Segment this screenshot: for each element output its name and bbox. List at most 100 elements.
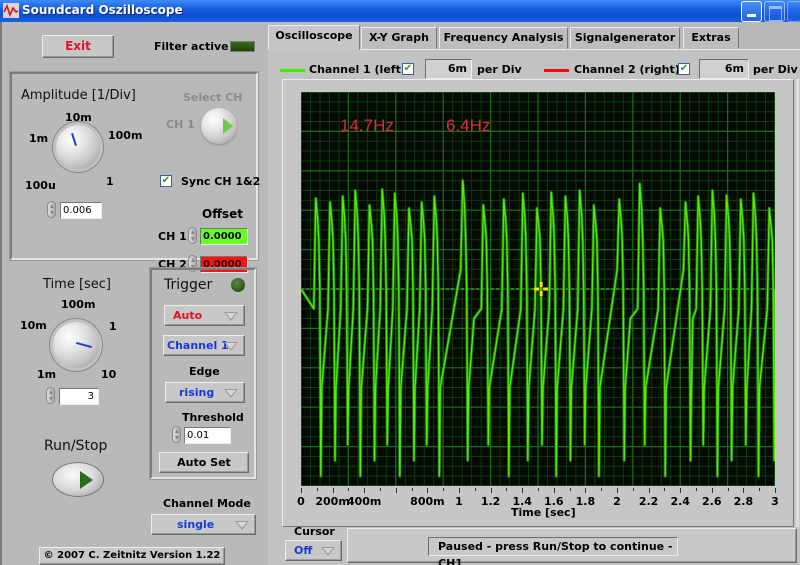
offset-heading: Offset bbox=[202, 207, 243, 221]
amplitude-knob[interactable] bbox=[56, 125, 100, 169]
cursor-dropdown[interactable]: Off bbox=[285, 540, 342, 561]
chevron-down-icon bbox=[224, 389, 238, 398]
x-tick bbox=[348, 488, 350, 491]
ch2-enable-checkbox[interactable]: ✔ bbox=[678, 63, 690, 75]
trigger-heading: Trigger bbox=[164, 277, 213, 293]
x-tick bbox=[506, 488, 508, 491]
time-knob-label-10m: 10m bbox=[20, 319, 47, 332]
trigger-mode-value: Auto bbox=[173, 309, 203, 322]
x-tick bbox=[632, 488, 634, 491]
x-tick bbox=[601, 488, 603, 491]
minimize-button[interactable] bbox=[741, 1, 762, 22]
channel-mode-value: single bbox=[177, 518, 215, 531]
amplitude-heading: Amplitude [1/Div] bbox=[21, 88, 136, 103]
filter-active-label: Filter active bbox=[154, 40, 229, 53]
edge-label: Edge bbox=[189, 365, 220, 378]
x-tick bbox=[553, 488, 555, 493]
x-tick bbox=[617, 488, 618, 493]
x-tick bbox=[696, 488, 697, 491]
sync-ch-label: Sync CH 1&2 bbox=[181, 175, 261, 188]
x-tick bbox=[664, 488, 666, 491]
close-button[interactable] bbox=[787, 1, 800, 22]
edge-dropdown[interactable]: rising bbox=[165, 382, 245, 403]
main-window: Exit Filter active Amplitude [1/Div] 10m… bbox=[0, 22, 800, 565]
run-stop-heading: Run/Stop bbox=[44, 438, 108, 454]
x-tick bbox=[538, 488, 539, 491]
exit-button[interactable]: Exit bbox=[42, 35, 114, 58]
tab-xy-graph[interactable]: X-Y Graph bbox=[361, 27, 437, 49]
time-knob-label-1: 1 bbox=[109, 320, 117, 333]
tab-extras[interactable]: Extras bbox=[683, 27, 739, 49]
play-arrow-icon bbox=[223, 118, 233, 134]
threshold-label: Threshold bbox=[182, 411, 244, 424]
trigger-mode-dropdown[interactable]: Auto bbox=[164, 305, 245, 326]
offset-ch1-spinner[interactable] bbox=[188, 227, 197, 244]
edge-value: rising bbox=[179, 386, 215, 399]
x-tick bbox=[395, 488, 397, 493]
x-tick bbox=[301, 488, 302, 493]
x-tick bbox=[380, 488, 381, 491]
tab-oscilloscope[interactable]: Oscilloscope bbox=[268, 25, 360, 50]
chevron-down-icon bbox=[224, 342, 238, 351]
x-tick bbox=[364, 488, 366, 493]
x-tick bbox=[743, 488, 745, 493]
time-knob-pointer bbox=[76, 341, 92, 349]
threshold-spinner[interactable] bbox=[172, 426, 181, 443]
ch1-legend-label: Channel 1 (left) bbox=[309, 63, 406, 76]
maximize-button[interactable] bbox=[764, 1, 785, 22]
ch2-per-div-input[interactable]: 6m bbox=[699, 59, 749, 79]
title-bar: Soundcard Oszilloscope bbox=[0, 0, 800, 22]
tab-signalgenerator[interactable]: Signalgenerator bbox=[570, 27, 680, 49]
amplitude-value-input[interactable]: 0.006 bbox=[60, 202, 102, 219]
trigger-led bbox=[231, 278, 245, 292]
threshold-input[interactable]: 0.01 bbox=[184, 427, 231, 444]
ch2-per-div-label: per Div bbox=[753, 63, 798, 76]
ch1-legend-line bbox=[280, 69, 305, 72]
x-tick bbox=[569, 488, 571, 491]
time-value-input[interactable]: 3 bbox=[59, 388, 99, 405]
amplitude-spinner[interactable] bbox=[47, 201, 56, 218]
time-knob-label-1m: 1m bbox=[37, 368, 57, 381]
channel-mode-dropdown[interactable]: single bbox=[151, 514, 256, 535]
ch1-per-div-input[interactable]: 6m bbox=[425, 59, 472, 79]
copyright-label: © 2007 C. Zeitnitz Version 1.22 bbox=[39, 547, 225, 565]
amp-knob-label-100u: 100u bbox=[25, 179, 56, 192]
x-tick-label: 400m bbox=[346, 495, 382, 508]
trigger-source-dropdown[interactable]: Channel 1 bbox=[163, 335, 245, 356]
select-ch-label: Select CH bbox=[183, 91, 243, 104]
filter-active-led bbox=[230, 41, 255, 52]
time-knob[interactable] bbox=[53, 322, 99, 368]
auto-set-button[interactable]: Auto Set bbox=[159, 452, 249, 473]
x-tick bbox=[474, 488, 476, 491]
x-tick bbox=[727, 488, 729, 491]
tab-frequency-analysis[interactable]: Frequency Analysis bbox=[439, 27, 568, 49]
select-ch-value: CH 1 bbox=[166, 118, 195, 131]
x-tick bbox=[443, 488, 445, 491]
offset-ch1-input[interactable]: 0.0000 bbox=[200, 228, 248, 245]
ch2-legend-label: Channel 2 (right) bbox=[574, 63, 680, 76]
amp-knob-label-1m: 1m bbox=[29, 132, 49, 145]
oscilloscope-plot[interactable] bbox=[301, 92, 775, 486]
channel-mode-label: Channel Mode bbox=[163, 497, 251, 510]
chevron-down-icon bbox=[321, 547, 335, 556]
amp-knob-label-10m: 10m bbox=[65, 111, 92, 124]
select-ch-button[interactable] bbox=[201, 108, 237, 144]
x-tick bbox=[775, 488, 776, 493]
right-edge-bevel bbox=[794, 79, 800, 527]
x-tick bbox=[680, 488, 682, 493]
x-tick bbox=[490, 488, 492, 493]
sync-ch-checkbox[interactable]: ✔ bbox=[160, 175, 172, 187]
amp-knob-label-100m: 100m bbox=[108, 129, 143, 142]
x-tick bbox=[648, 488, 650, 493]
run-stop-button[interactable] bbox=[52, 462, 104, 497]
ch1-enable-checkbox[interactable]: ✔ bbox=[402, 63, 414, 75]
ch2-legend-line bbox=[544, 69, 569, 72]
time-spinner[interactable] bbox=[46, 387, 55, 404]
status-text: Paused - press Run/Stop to continue - CH… bbox=[428, 537, 678, 565]
time-heading: Time [sec] bbox=[43, 277, 112, 292]
chevron-down-icon bbox=[224, 312, 238, 321]
time-knob-label-10: 10 bbox=[101, 368, 117, 381]
chevron-down-icon bbox=[235, 521, 249, 530]
x-tick bbox=[711, 488, 713, 493]
play-icon bbox=[80, 471, 93, 489]
